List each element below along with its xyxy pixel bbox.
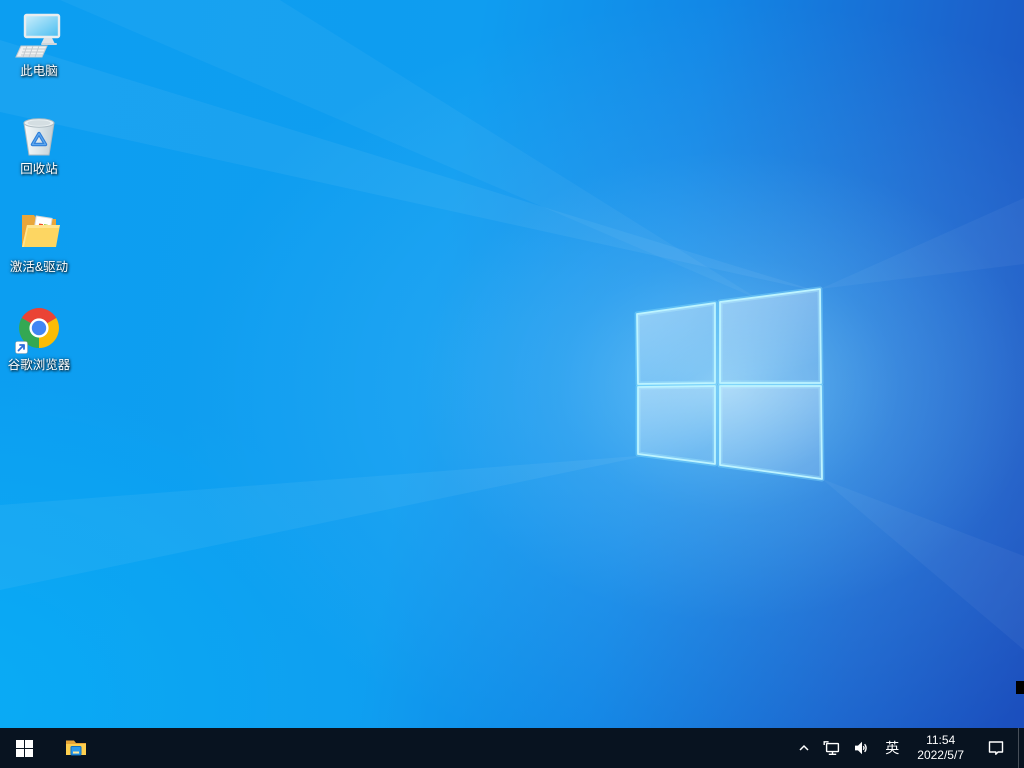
clock-time: 11:54 (926, 733, 956, 747)
show-desktop-button[interactable] (1018, 728, 1024, 768)
taskbar: 英 11:54 2022/5/7 (0, 728, 1024, 768)
volume-icon (855, 741, 868, 755)
chevron-up-icon (799, 744, 809, 751)
start-button[interactable] (0, 728, 48, 768)
clock-date: 2022/5/7 (917, 748, 964, 762)
file-explorer-icon (66, 740, 86, 756)
shortcut-arrow-overlay (15, 341, 28, 354)
action-center-button[interactable] (974, 728, 1018, 768)
desktop-icon-activation-drivers[interactable]: 激活&驱动 (1, 206, 77, 298)
icon-label: 回收站 (20, 162, 58, 176)
recycle-bin-icon (23, 118, 55, 156)
icon-label: 激活&驱动 (9, 260, 69, 274)
monitor-keyboard-icon (15, 13, 61, 58)
volume-button[interactable] (847, 728, 877, 768)
cursor-artifact (1016, 681, 1024, 694)
desktop-surface[interactable]: 此电脑 回收站 激活&驱动 谷歌浏览器 (0, 0, 1024, 728)
desktop-icon-recycle-bin[interactable]: 回收站 (1, 108, 77, 200)
windows-logo-panes (634, 286, 825, 482)
desktop-icon-this-pc[interactable]: 此电脑 (1, 10, 77, 102)
icon-label: 此电脑 (20, 64, 58, 78)
start-icon (15, 739, 33, 757)
action-center-icon (988, 741, 1004, 755)
wallpaper-windows-logo (0, 0, 1024, 650)
network-ethernet-icon (823, 741, 840, 755)
open-folder-windows-icon (22, 215, 60, 247)
show-hidden-icons-button[interactable] (791, 728, 817, 768)
icon-label: 谷歌浏览器 (7, 358, 71, 372)
ime-language-indicator[interactable]: 英 (877, 728, 907, 768)
clock[interactable]: 11:54 2022/5/7 (907, 728, 974, 768)
network-button[interactable] (817, 728, 847, 768)
chrome-logo-icon (15, 308, 59, 354)
file-explorer-button[interactable] (52, 728, 100, 768)
desktop-icon-google-chrome[interactable]: 谷歌浏览器 (1, 304, 77, 396)
system-tray: 英 11:54 2022/5/7 (791, 728, 1024, 768)
